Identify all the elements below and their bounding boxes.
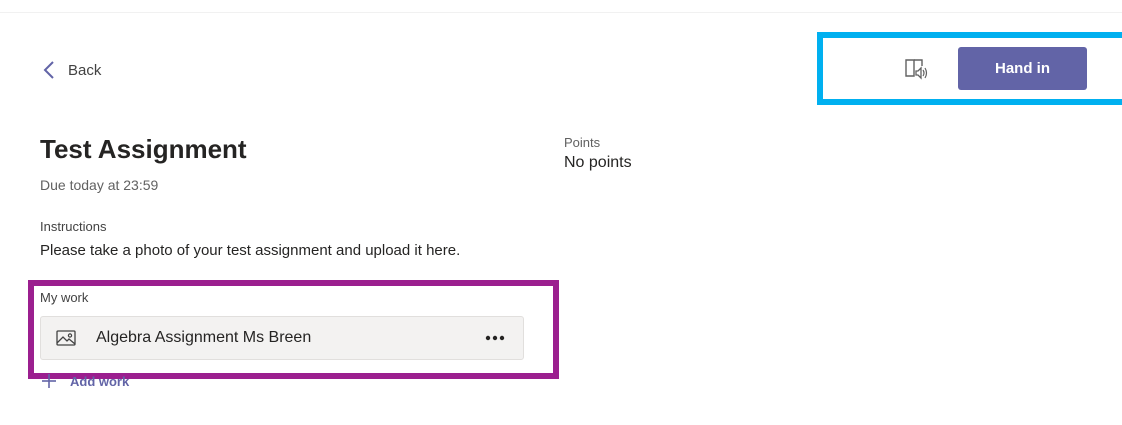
back-label: Back — [68, 61, 102, 79]
instructions-text: Please take a photo of your test assignm… — [40, 242, 461, 259]
points-label: Points — [564, 135, 601, 150]
work-item-name: Algebra Assignment Ms Breen — [96, 329, 312, 346]
more-options-button[interactable] — [479, 323, 511, 353]
my-work-label: My work — [40, 290, 89, 305]
header-divider — [0, 12, 1122, 13]
chevron-left-icon — [43, 61, 54, 79]
immersive-reader-button[interactable] — [898, 52, 934, 86]
back-button[interactable]: Back — [40, 58, 101, 82]
points-value: No points — [564, 154, 632, 171]
plus-icon — [42, 374, 56, 388]
hand-in-button[interactable]: Hand in — [958, 47, 1087, 90]
page-title: Test Assignment — [40, 134, 247, 164]
more-options-icon — [485, 335, 505, 341]
instructions-label: Instructions — [40, 219, 107, 234]
due-date: Due today at 23:59 — [40, 177, 159, 193]
add-work-button[interactable]: Add work — [40, 372, 129, 390]
add-work-label: Add work — [70, 373, 130, 389]
image-file-icon — [56, 330, 76, 346]
immersive-reader-icon — [905, 59, 928, 80]
work-item[interactable]: Algebra Assignment Ms Breen — [40, 316, 524, 360]
assignment-page: Back Hand in Test Assignment Due today a… — [0, 0, 1122, 425]
